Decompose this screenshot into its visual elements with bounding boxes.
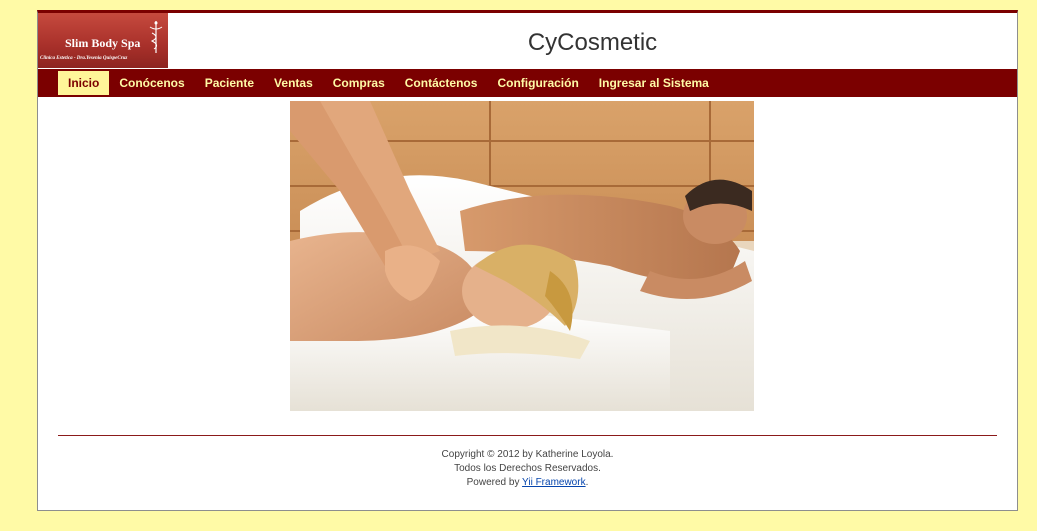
yii-framework-link[interactable]: Yii Framework: [522, 477, 586, 488]
menu-item-contactenos[interactable]: Contáctenos: [395, 71, 488, 95]
header: Slim Body Spa Clinica Estetica - Dra.Yes…: [38, 13, 1017, 69]
spa-massage-illustration: [290, 101, 754, 411]
footer-powered: Powered by Yii Framework.: [38, 476, 1017, 490]
footer-rights: Todos los Derechos Reservados.: [454, 463, 601, 474]
footer-copyright: Copyright © 2012 by Katherine Loyola.: [441, 449, 614, 460]
menu-item-paciente[interactable]: Paciente: [195, 71, 264, 95]
spa-massage-photo: [290, 101, 754, 411]
menu-item-compras[interactable]: Compras: [323, 71, 395, 95]
menu-item-conocenos[interactable]: Conócenos: [109, 71, 194, 95]
menu-item-ingresar[interactable]: Ingresar al Sistema: [589, 71, 719, 95]
menu-item-ventas[interactable]: Ventas: [264, 71, 323, 95]
menu-item-configuracion[interactable]: Configuración: [487, 71, 588, 95]
footer-powered-prefix: Powered by: [466, 477, 523, 488]
footer-powered-suffix: .: [585, 477, 589, 488]
page-container: Slim Body Spa Clinica Estetica - Dra.Yes…: [37, 10, 1018, 511]
site-title: CyCosmetic: [527, 29, 658, 56]
footer-divider: [58, 435, 997, 436]
footer: Copyright © 2012 by Katherine Loyola. To…: [38, 448, 1017, 490]
menu-item-inicio[interactable]: Inicio: [58, 71, 110, 95]
main-menu: Inicio Conócenos Paciente Ventas Compras…: [38, 69, 1017, 97]
